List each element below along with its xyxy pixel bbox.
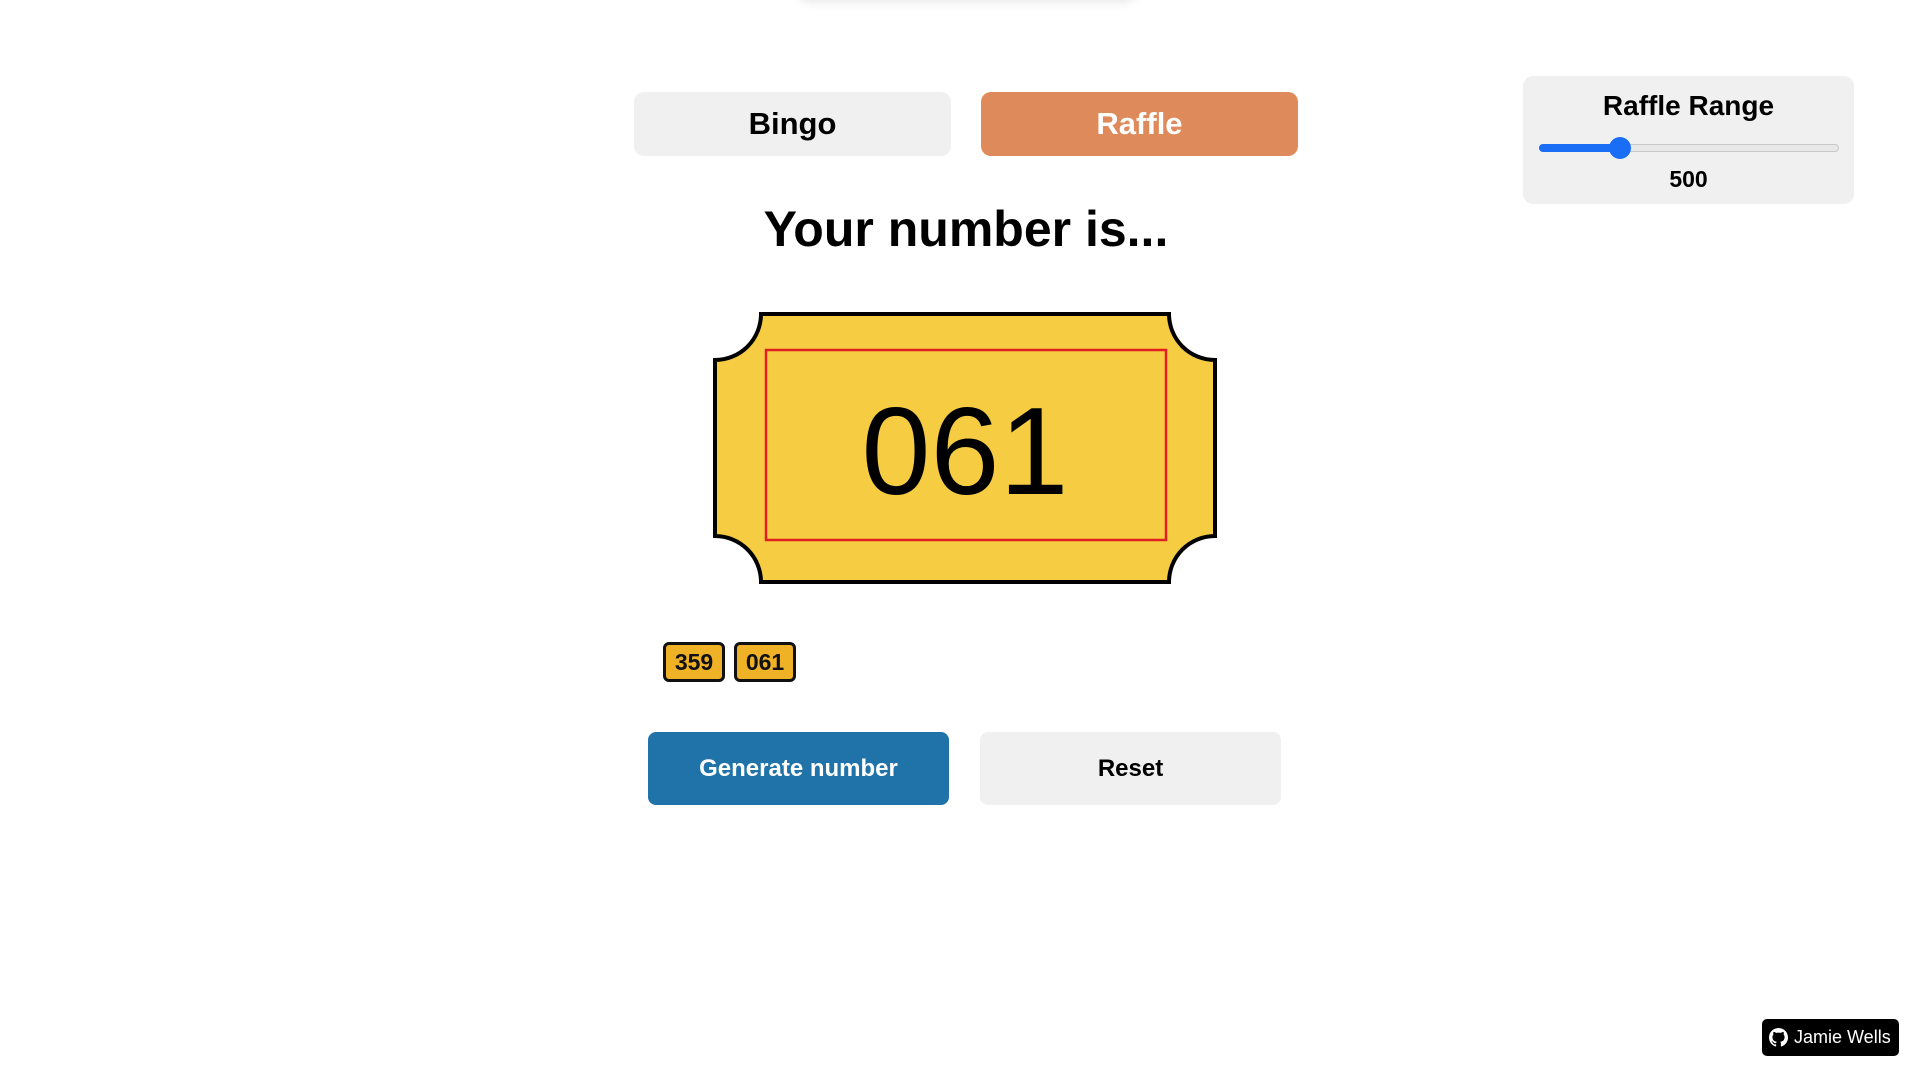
history-chip: 359 — [663, 642, 725, 682]
drawn-history: 359 061 — [663, 642, 796, 682]
credit-label: Jamie Wells — [1794, 1027, 1891, 1047]
raffle-mode-button[interactable]: Raffle — [981, 92, 1298, 156]
app-root: Bingo Raffle Your number is... 061 359 0… — [0, 0, 1920, 1080]
github-credit-link[interactable]: Jamie Wells — [1762, 1019, 1899, 1056]
bingo-mode-button[interactable]: Bingo — [634, 92, 951, 156]
github-icon — [1769, 1028, 1788, 1047]
slider-thumb[interactable] — [1609, 137, 1631, 159]
reset-button[interactable]: Reset — [980, 732, 1281, 805]
raffle-range-title: Raffle Range — [1602, 90, 1775, 121]
raffle-range-slider[interactable] — [1539, 136, 1839, 160]
raffle-ticket: 061 — [711, 310, 1219, 586]
raffle-range-value: 500 — [1669, 166, 1708, 192]
history-chip: 061 — [734, 642, 796, 682]
drawn-number: 061 — [861, 383, 1069, 521]
generate-number-button[interactable]: Generate number — [648, 732, 949, 805]
page-title: Your number is... — [763, 201, 1169, 257]
raffle-range-panel: Raffle Range 500 — [1523, 76, 1854, 204]
slider-fill — [1539, 144, 1620, 152]
